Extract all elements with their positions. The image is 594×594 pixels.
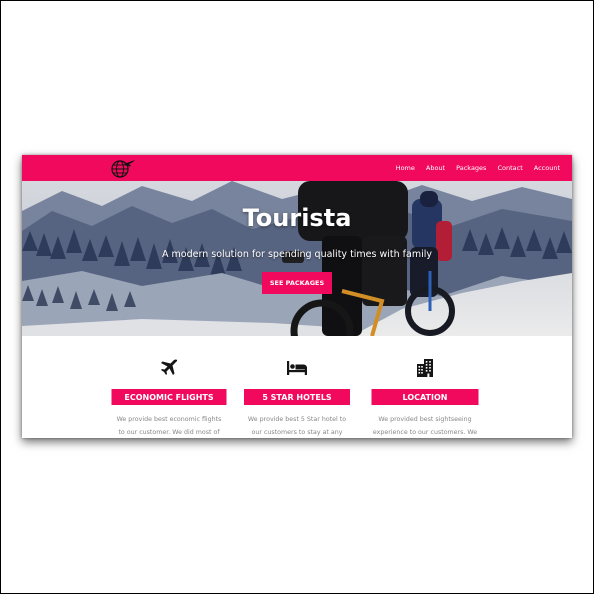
plane-icon: [161, 359, 178, 375]
nav-account[interactable]: Account: [534, 164, 560, 172]
feature-description: We provided best sightseeing experience …: [372, 416, 478, 436]
nav-about[interactable]: About: [426, 164, 445, 172]
feature-card: LOCATION We provided best sightseeing ex…: [355, 336, 495, 438]
feature-description: We provide best 5 Star hotel to our cust…: [247, 416, 347, 436]
hero-section: Tourista A modern solution for spending …: [22, 181, 572, 336]
feature-card: ECONOMIC FLIGHTS We provide best economi…: [99, 336, 239, 438]
hero-title: Tourista: [242, 204, 352, 232]
browser-page: Home About Packages Contact Account Tour…: [22, 155, 572, 438]
nav-menu: Home About Packages Contact Account: [396, 155, 560, 181]
globe-plane-icon[interactable]: [110, 158, 136, 178]
bed-icon: [287, 361, 307, 375]
nav-home[interactable]: Home: [396, 164, 415, 172]
nav-packages[interactable]: Packages: [456, 164, 486, 172]
see-packages-button[interactable]: SEE PACKAGES: [262, 272, 332, 294]
nav-contact[interactable]: Contact: [497, 164, 522, 172]
feature-title: ECONOMIC FLIGHTS: [111, 389, 227, 405]
feature-title: 5 STAR HOTELS: [244, 389, 350, 405]
hero-subtitle: A modern solution for spending quality t…: [162, 249, 432, 260]
feature-card: 5 STAR HOTELS We provide best 5 Star hot…: [227, 336, 367, 438]
building-icon: [417, 359, 433, 377]
feature-title: LOCATION: [371, 389, 479, 405]
navbar: Home About Packages Contact Account: [22, 155, 572, 181]
feature-description: We provide best economic flights to our …: [116, 416, 222, 436]
